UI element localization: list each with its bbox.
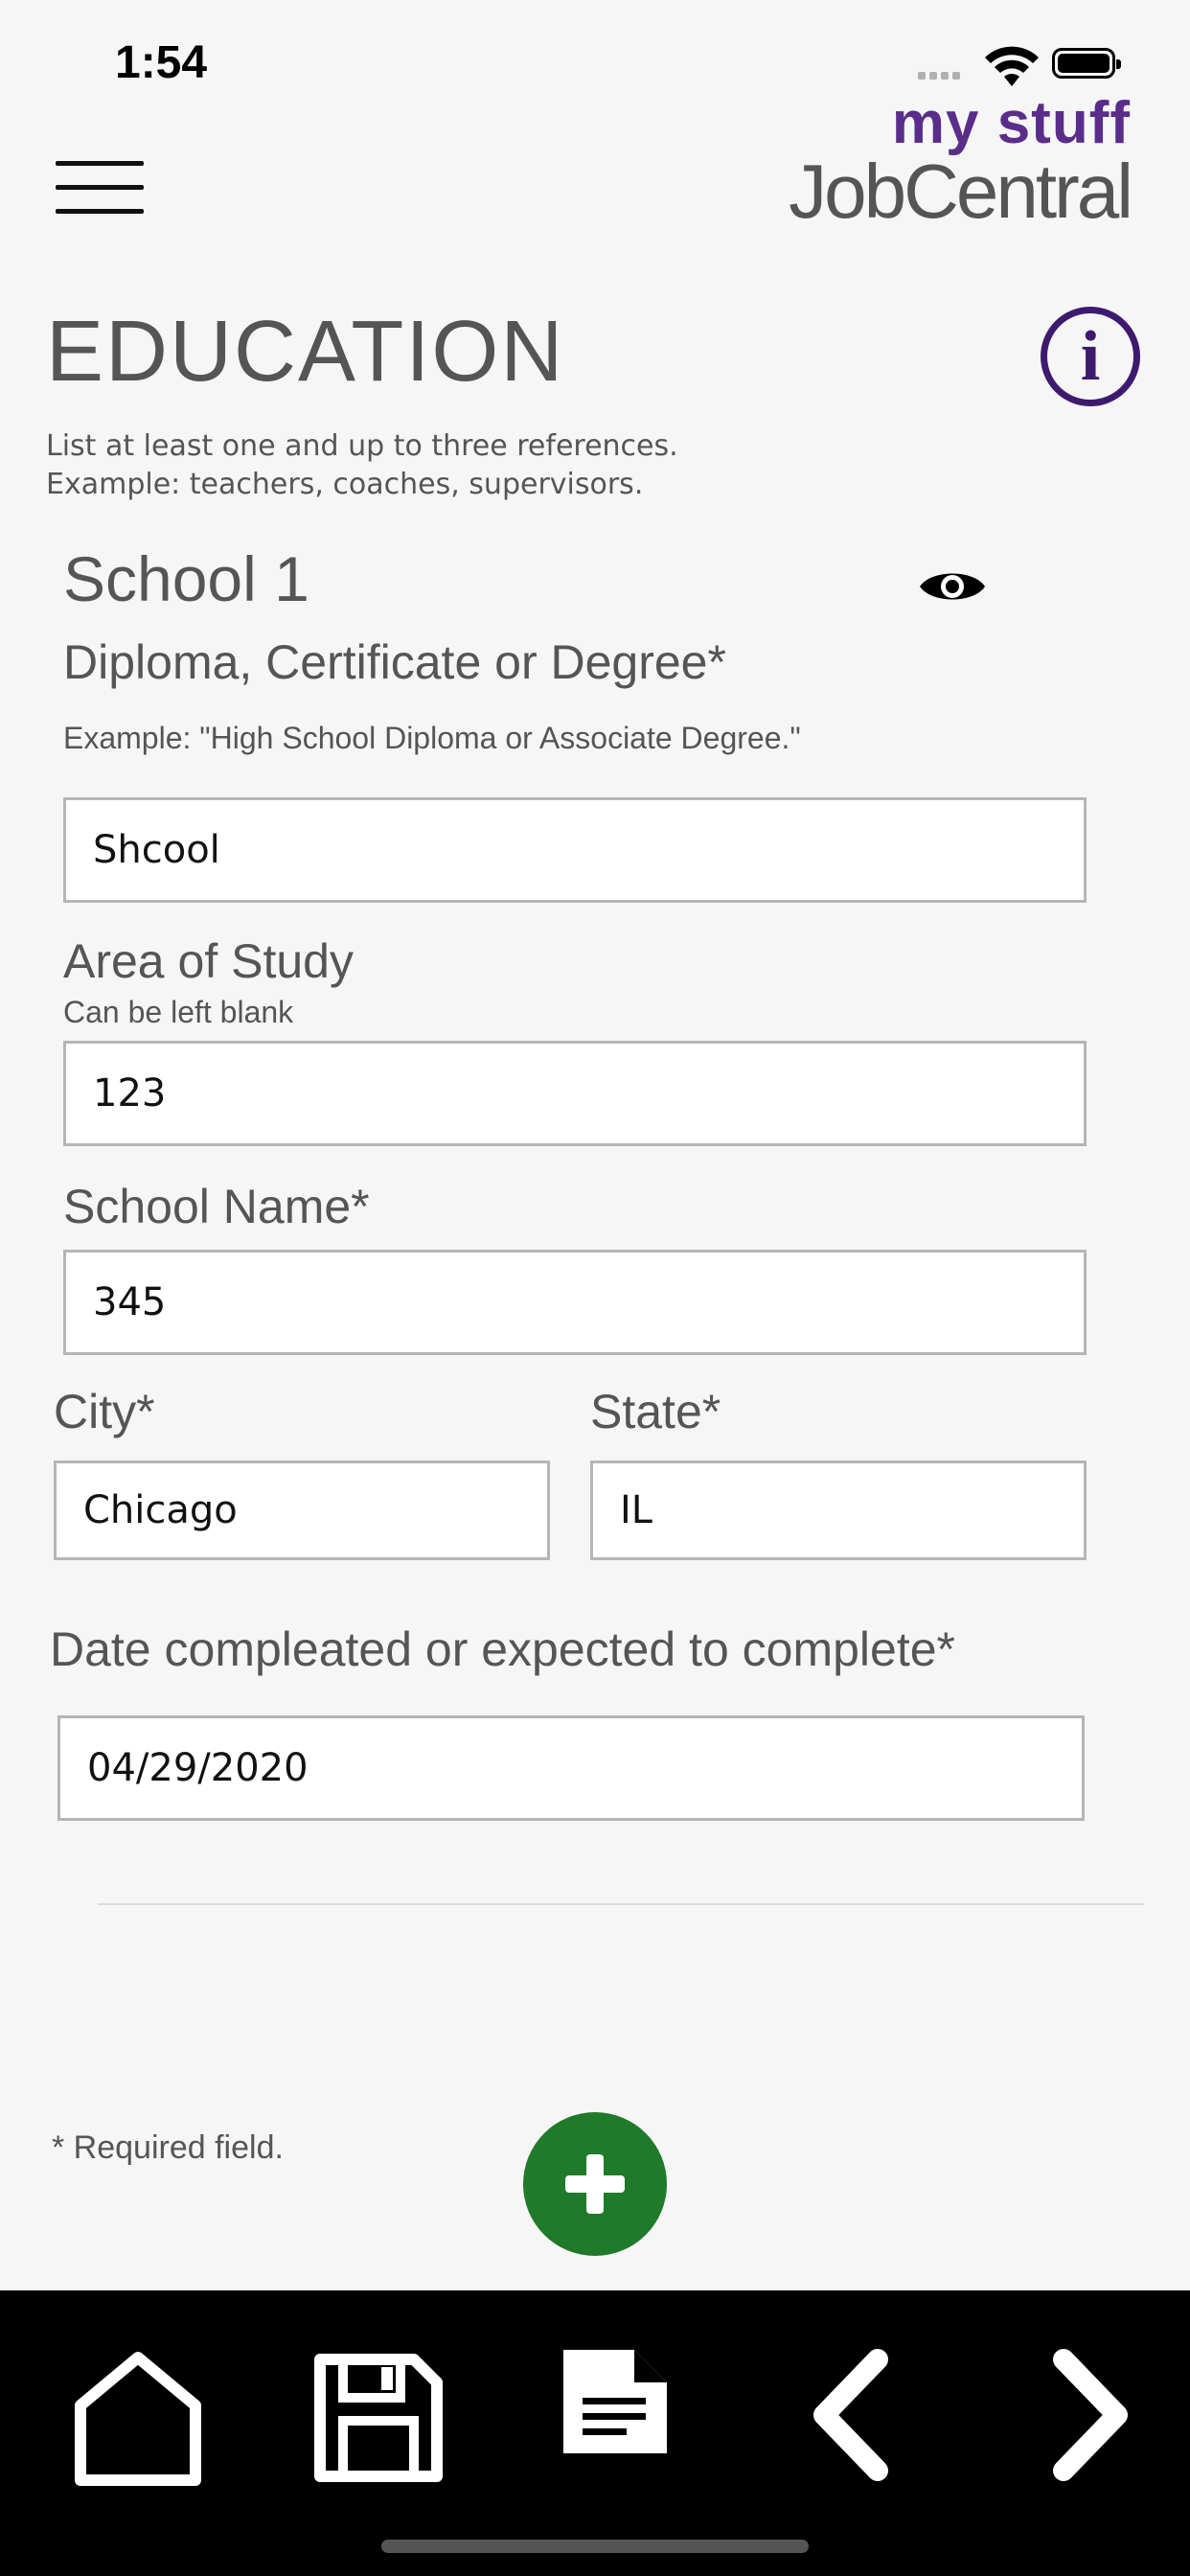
eye-icon[interactable] xyxy=(918,564,987,610)
state-field[interactable] xyxy=(590,1460,1087,1560)
degree-field[interactable] xyxy=(63,797,1087,903)
intro-text: List at least one and up to three refere… xyxy=(46,427,908,504)
logo-my-stuff: my stuff xyxy=(891,90,1131,156)
date-field[interactable] xyxy=(57,1715,1085,1821)
forward-chevron-icon[interactable] xyxy=(1041,2346,1136,2490)
home-icon[interactable] xyxy=(71,2346,205,2490)
degree-hint: Example: "High School Diploma or Associa… xyxy=(63,721,801,755)
required-note: * Required field. xyxy=(52,2129,284,2166)
logo-jobcentral: JobCentral xyxy=(789,149,1133,234)
study-hint: Can be left blank xyxy=(63,995,294,1029)
date-label: Date compleated or expected to complete* xyxy=(50,1622,955,1676)
degree-label: Diploma, Certificate or Degree* xyxy=(63,635,726,689)
info-icon[interactable]: i xyxy=(1041,307,1140,406)
wifi-icon xyxy=(985,46,1039,86)
document-icon[interactable] xyxy=(560,2346,671,2490)
study-label: Area of Study xyxy=(63,934,354,988)
intro-line-1: List at least one and up to three refere… xyxy=(46,429,678,463)
signal-icon xyxy=(918,67,973,80)
intro-line-2: Example: teachers, coaches, supervisors. xyxy=(46,468,644,501)
city-label: City* xyxy=(54,1385,155,1438)
section-divider xyxy=(98,1903,1144,1905)
menu-icon[interactable] xyxy=(56,161,144,215)
home-indicator xyxy=(381,2540,809,2553)
back-chevron-icon[interactable] xyxy=(805,2346,901,2490)
page-title: EDUCATION xyxy=(46,304,565,400)
school-name-label: School Name* xyxy=(63,1180,370,1233)
city-field[interactable] xyxy=(54,1460,550,1560)
bottom-nav xyxy=(0,2290,1190,2576)
app-logo: my stuff JobCentral xyxy=(789,90,1133,234)
save-icon[interactable] xyxy=(310,2346,445,2490)
add-school-button[interactable] xyxy=(523,2112,667,2256)
battery-icon xyxy=(1052,48,1121,79)
area-of-study-field[interactable] xyxy=(63,1041,1087,1146)
school-heading: School 1 xyxy=(63,543,309,614)
school-name-field[interactable] xyxy=(63,1250,1087,1355)
state-label: State* xyxy=(590,1385,721,1438)
status-time: 1:54 xyxy=(115,37,208,88)
